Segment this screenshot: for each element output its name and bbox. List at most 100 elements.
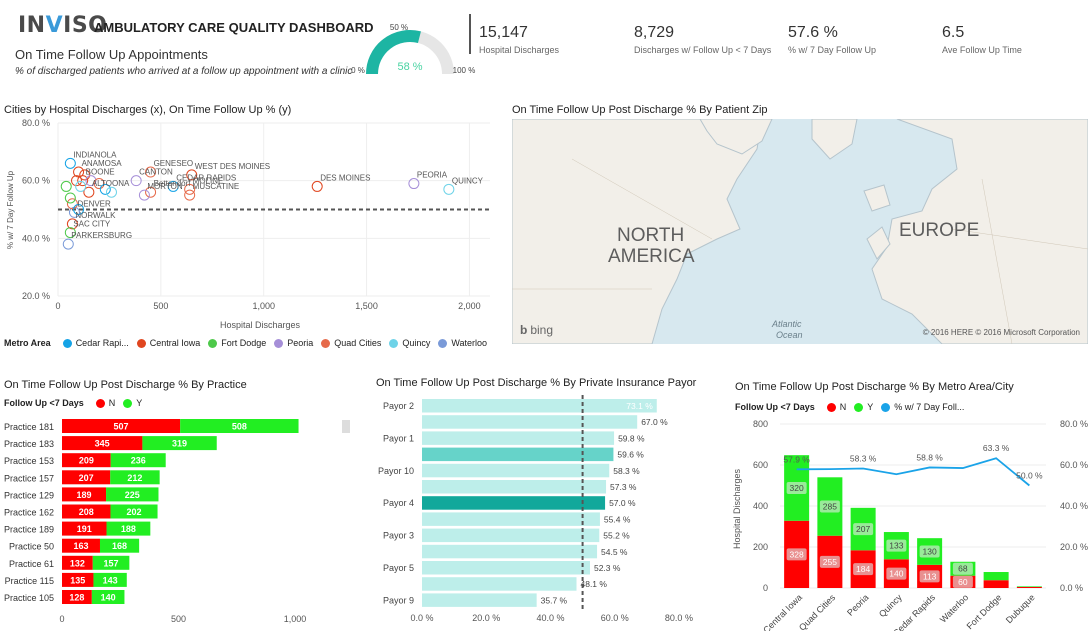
legend-marker	[62, 338, 72, 348]
legend-label: Cedar Rapi...	[75, 338, 129, 348]
metro-y-right-tick: 80.0 %	[1060, 419, 1088, 429]
scatter-y-tick: 80.0 %	[22, 118, 50, 128]
kpi-value: 15,147	[479, 24, 528, 41]
legend-label: Fort Dodge	[221, 338, 267, 348]
practice-bar-y-label: 202	[126, 507, 141, 517]
gauge-mid-label: 50 %	[390, 23, 408, 32]
scatter-point-label: DES MOINES	[320, 173, 370, 182]
metro-y-left-tick: 800	[753, 419, 768, 429]
payor-bar	[422, 463, 610, 478]
gauge-chart[interactable]: 58 % 0 % 50 % 100 %	[340, 18, 485, 80]
scatter-point-label: INDIANOLA	[73, 150, 117, 159]
scatter-x-tick: 1,500	[355, 301, 378, 311]
metro-pct-point-label: 58.8 %	[916, 452, 943, 462]
practice-category-label: Practice 183	[4, 439, 54, 449]
scatter-x-tick: 1,000	[252, 301, 275, 311]
kpi-card-followup-pct: 57.6 % % w/ 7 Day Follow Up	[788, 24, 876, 55]
practice-bar-n-label: 163	[73, 541, 88, 551]
scatter-point	[66, 198, 78, 210]
metro-y-axis-title: Hospital Discharges	[732, 468, 742, 549]
practice-legend-title: Follow Up <7 Days	[4, 398, 84, 408]
payor-bar	[422, 415, 638, 429]
metro-pct-point-label: 58.3 %	[850, 453, 877, 463]
bing-text: bing	[530, 323, 554, 337]
metro-bar-n-label: 328	[790, 549, 804, 559]
scatter-point-label: SAC CITY	[73, 220, 111, 229]
scatter-point-label: GENESEO	[154, 159, 194, 168]
payor-x-tick: 0.0 %	[410, 613, 433, 623]
legend-n-label: N	[839, 402, 847, 412]
legend-marker	[438, 338, 448, 348]
payor-bar	[422, 447, 614, 462]
payor-bar	[422, 577, 577, 591]
legend-label: Peoria	[287, 338, 314, 348]
scatter-chart[interactable]: % w/ 7 Day Follow Up Hospital Discharges…	[0, 115, 500, 335]
practice-bar-y-label: 157	[104, 558, 119, 568]
scatter-y-tick: 60.0 %	[22, 176, 50, 186]
practice-category-label: Practice 115	[5, 576, 54, 586]
practice-bar-n-label: 208	[79, 507, 94, 517]
practice-category-label: Practice 50	[9, 542, 54, 552]
header-divider	[469, 14, 471, 54]
legend-marker	[389, 338, 399, 348]
kpi-label: Ave Follow Up Time	[942, 45, 1022, 55]
payor-category-label: Payor 5	[383, 563, 414, 573]
practice-bar-n-label: 135	[70, 575, 85, 585]
scatter-x-tick: 0	[55, 301, 60, 311]
map-label-europe: EUROPE	[899, 220, 980, 241]
practice-bar-y-label: 212	[127, 473, 142, 483]
metro-y-right-tick: 60.0 %	[1060, 460, 1088, 470]
gauge-min-label: 0 %	[351, 66, 365, 75]
legend-y-label: Y	[867, 402, 874, 412]
kpi-card-discharges: 15,147 Hospital Discharges	[479, 24, 559, 55]
scatter-point	[138, 189, 150, 201]
metro-x-category-label: Waterloo	[938, 592, 970, 624]
metro-legend: Follow Up <7 Days N Y % w/ 7 Day Foll...	[735, 402, 964, 412]
map-label-america: AMERICA	[608, 246, 695, 267]
payor-x-tick: 80.0 %	[665, 613, 693, 623]
payor-bar-value-label: 58.3 %	[613, 466, 640, 476]
metro-combo-chart[interactable]: Hospital Discharges 800 80.0 %600 60.0 %40…	[728, 414, 1091, 631]
scatter-point-label: NORWALK	[75, 211, 116, 220]
practice-category-label: Practice 162	[4, 508, 54, 518]
metro-y-right-tick: 40.0 %	[1060, 501, 1088, 511]
map-label-north: NORTH	[617, 225, 685, 246]
payor-bar-chart[interactable]: 0.0 % 20.0 % 40.0 % 60.0 % 80.0 % 73.1 % Payor…	[370, 392, 720, 631]
metro-bar-n-label: 184	[856, 564, 870, 574]
practice-bar-y-label: 236	[131, 456, 146, 466]
kpi-label: Discharges w/ Follow Up < 7 Days	[634, 45, 772, 55]
practice-bar-n-label: 191	[77, 524, 92, 534]
metro-bar-y-label: 68	[958, 564, 968, 574]
scatter-y-tick: 20.0 %	[22, 291, 50, 301]
scatter-x-axis-title: Hospital Discharges	[220, 320, 301, 330]
legend-marker	[208, 338, 218, 348]
practice-bar-n-label: 507	[114, 422, 129, 432]
practice-bar-n-label: 132	[70, 558, 85, 568]
payor-bar-value-label: 48.1 %	[580, 579, 607, 589]
legend-n-marker	[95, 398, 105, 408]
practice-bar-n-label: 207	[79, 473, 94, 483]
practice-bar-chart[interactable]: 0 500 1,000 Practice 181 507 508 Practice 183 3…	[0, 412, 360, 631]
patient-zip-map[interactable]: NORTH AMERICA EUROPE Atlantic Ocean b bi…	[512, 119, 1088, 344]
legend-n-label: N	[108, 398, 116, 408]
metro-bar-y-label: 130	[923, 547, 937, 557]
metro-bar-y	[1016, 586, 1042, 587]
practice-category-label: Practice 157	[4, 473, 54, 483]
scatter-point-label: CANTON	[139, 168, 173, 177]
kpi-card-followup-time: 6.5 Ave Follow Up Time	[942, 24, 1022, 55]
scatter-point	[64, 192, 76, 204]
payor-bar-value-label: 67.0 %	[641, 417, 668, 427]
payor-category-label: Payor 4	[383, 498, 414, 508]
payor-x-tick: 20.0 %	[472, 613, 500, 623]
payor-bar	[422, 480, 607, 494]
payor-bar	[422, 561, 590, 575]
scatter-x-tick: 2,000	[458, 301, 481, 311]
metro-x-category-label: Peoria	[845, 592, 870, 617]
legend-label: Quincy	[402, 338, 431, 348]
metro-chart-title: On Time Follow Up Post Discharge % By Me…	[735, 381, 1014, 393]
payor-bar-value-label: 35.7 %	[541, 595, 568, 605]
scatter-point-label: MUSCATINE	[193, 182, 240, 191]
metro-pct-point-label: 57.9 %	[783, 454, 810, 464]
payor-category-label: Payor 9	[383, 595, 414, 605]
metro-bar-n	[983, 580, 1009, 588]
